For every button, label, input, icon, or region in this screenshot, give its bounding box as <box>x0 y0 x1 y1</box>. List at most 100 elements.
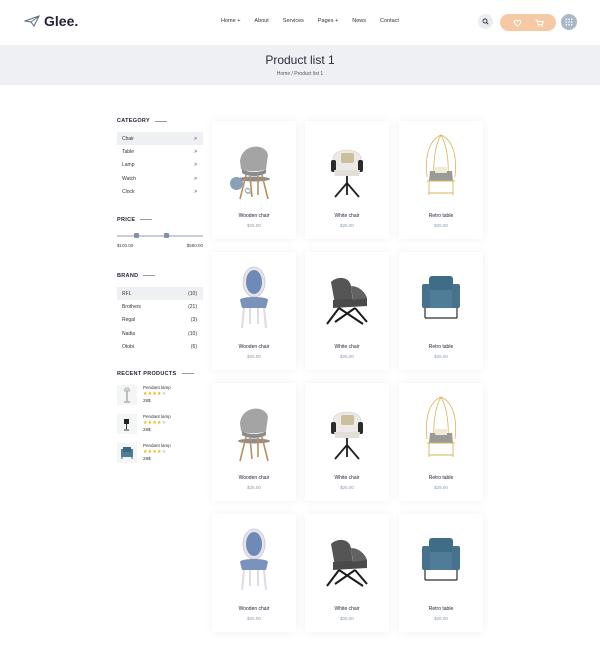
recent-product-name[interactable]: Pendant lamp <box>143 443 171 448</box>
category-heading: CATEGORY <box>117 118 203 124</box>
nav-services[interactable]: Services <box>283 18 304 24</box>
heading-rule <box>154 120 167 122</box>
price-slider[interactable] <box>117 232 203 238</box>
category-label: Chair <box>122 135 134 142</box>
cart-wishlist-pill[interactable] <box>500 14 556 31</box>
white-chair-image <box>331 149 363 198</box>
product-price: $25.00 <box>340 616 354 621</box>
brand-item[interactable]: Regal (3) <box>117 314 203 327</box>
price-handle-max[interactable] <box>163 232 169 238</box>
recent-product-price: 28$ <box>143 397 151 403</box>
breadcrumb-separator: / <box>291 71 293 77</box>
product-name[interactable]: White chair <box>305 344 389 350</box>
brand-count: (3) <box>190 317 197 324</box>
product-card[interactable]: Wooden chair $25.00 <box>212 514 296 632</box>
product-price: $25.00 <box>247 223 261 228</box>
brand-count: (21) <box>188 304 197 311</box>
recent-product-thumb[interactable] <box>117 413 137 434</box>
product-name[interactable]: Wooden chair <box>212 213 296 219</box>
nav-pages[interactable]: Pages + <box>318 18 338 24</box>
breadcrumb-current: Product list 1 <box>294 71 324 77</box>
recent-product-name[interactable]: Pendant lamp <box>143 385 171 390</box>
nav-news[interactable]: News <box>352 18 366 24</box>
product-price: $25.00 <box>340 485 354 490</box>
brand-label: Regal <box>122 317 136 324</box>
product-price: $25.00 <box>434 223 448 228</box>
price-heading: PRICE <box>117 217 203 223</box>
page-banner: Product list 1 Home / Product list 1 <box>0 45 600 85</box>
lounge-chair-image <box>326 539 368 587</box>
product-name[interactable]: Wooden chair <box>212 475 296 481</box>
paper-plane-icon <box>24 15 40 27</box>
category-item-lamp[interactable]: Lamp > <box>117 159 203 172</box>
brand-count: (10) <box>188 290 197 297</box>
wooden-chair-image <box>238 408 270 462</box>
category-item-watch[interactable]: Watch > <box>117 172 203 185</box>
heart-icon[interactable] <box>244 187 252 195</box>
cart-icon[interactable] <box>535 19 544 27</box>
recent-heading-text: RECENT PRODUCTS <box>117 370 177 377</box>
product-card[interactable]: Wooden chair $25.00 <box>212 121 296 239</box>
recent-product-thumb[interactable] <box>117 384 137 405</box>
brand-item[interactable]: RFL (10) <box>117 286 203 301</box>
category-item-chair[interactable]: Chair > <box>117 132 203 146</box>
product-name[interactable]: Retro table <box>399 213 483 219</box>
rating-stars: ★★★★★ <box>143 448 167 455</box>
brand-count: (10) <box>188 330 197 337</box>
price-max: $580.00 <box>186 242 203 248</box>
category-item-table[interactable]: Table > <box>117 145 203 158</box>
nav-home[interactable]: Home + <box>221 18 240 24</box>
category-label: Clock <box>122 189 135 196</box>
product-card[interactable]: White chair $25.00 <box>305 514 389 632</box>
product-hover-actions <box>230 177 252 195</box>
product-card[interactable]: Retro table $25.00 <box>399 383 483 501</box>
category-item-clock[interactable]: Clock > <box>117 186 203 199</box>
product-name[interactable]: Retro table <box>399 475 483 481</box>
product-name[interactable]: Retro table <box>399 344 483 350</box>
recent-product[interactable]: Pendant lamp ★★★★★ 28$ <box>117 413 203 443</box>
product-name[interactable]: White chair <box>305 475 389 481</box>
recent-product-name[interactable]: Pendant lamp <box>143 414 171 419</box>
white-chair-image <box>331 411 363 460</box>
brand-item[interactable]: Otobi (6) <box>117 341 203 354</box>
nav-about[interactable]: About <box>254 18 268 24</box>
product-price: $25.00 <box>247 485 261 490</box>
product-name[interactable]: Wooden chair <box>212 344 296 350</box>
product-card[interactable]: White chair $25.00 <box>305 252 389 370</box>
product-name[interactable]: White chair <box>305 606 389 612</box>
wooden-chair-image <box>238 146 270 200</box>
logo[interactable]: Glee. <box>24 13 78 29</box>
brand-item[interactable]: Nadia (10) <box>117 327 203 340</box>
chevron-right-icon: > <box>194 135 197 142</box>
breadcrumb: Home / Product list 1 <box>0 71 600 77</box>
desk-lamp-icon <box>124 418 129 431</box>
recent-product-price: 28$ <box>143 426 151 432</box>
product-card[interactable]: Retro table $25.00 <box>399 514 483 632</box>
recent-product-thumb[interactable] <box>117 442 137 463</box>
product-card[interactable]: Wooden chair $25.00 <box>212 252 296 370</box>
breadcrumb-home[interactable]: Home <box>277 71 290 77</box>
brand-item[interactable]: Brothers (21) <box>117 300 203 313</box>
price-values: $100.00 $580.00 <box>117 243 203 248</box>
heading-rule <box>143 275 156 277</box>
product-name[interactable]: Retro table <box>399 606 483 612</box>
product-card[interactable]: White chair $25.00 <box>305 121 389 239</box>
product-card[interactable]: Retro table $25.00 <box>399 121 483 239</box>
product-name[interactable]: Wooden chair <box>212 606 296 612</box>
menu-grid-button[interactable] <box>561 14 577 30</box>
heading-rule <box>140 219 153 221</box>
product-card[interactable]: White chair $25.00 <box>305 383 389 501</box>
nav-contact[interactable]: Contact <box>380 18 399 24</box>
add-to-cart-button[interactable] <box>230 177 251 192</box>
product-price: $25.00 <box>434 485 448 490</box>
baroque-chair-image <box>240 528 268 591</box>
brand-label: Nadia <box>122 330 136 337</box>
recent-product[interactable]: Pendant lamp ★★★★★ 28$ <box>117 442 203 472</box>
recent-product[interactable]: Pendant lamp ★★★★★ 28$ <box>117 384 203 414</box>
heart-bag-icon[interactable] <box>513 19 522 27</box>
product-name[interactable]: White chair <box>305 213 389 219</box>
product-card[interactable]: Retro table $25.00 <box>399 252 483 370</box>
product-card[interactable]: Wooden chair $25.00 <box>212 383 296 501</box>
price-handle-min[interactable] <box>134 232 140 238</box>
search-button[interactable] <box>478 14 493 29</box>
